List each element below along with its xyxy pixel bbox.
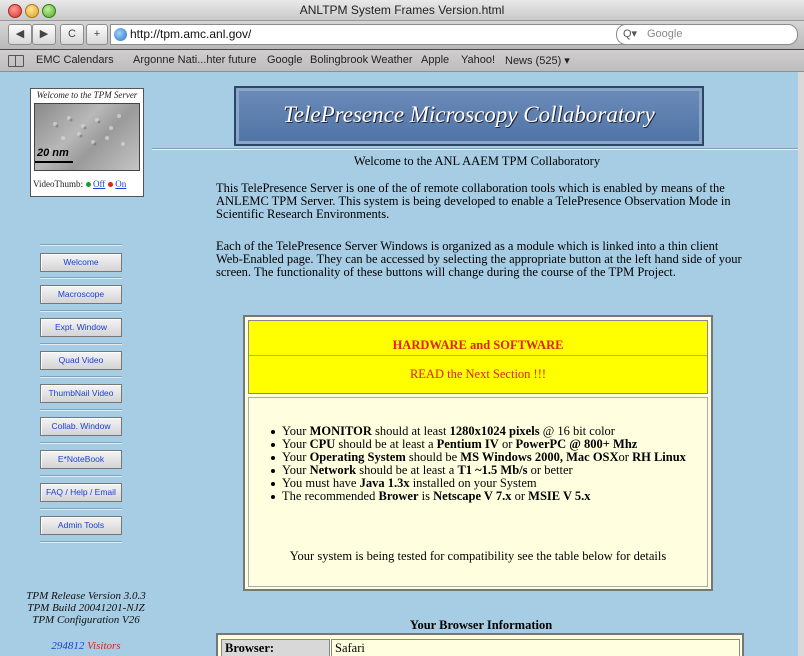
bookmarks-bar: EMC Calendars Argonne Nati...hter future… xyxy=(0,50,804,72)
hardware-software-box: HARDWARE and SOFTWARE READ the Next Sect… xyxy=(243,315,713,591)
nav-expt-window-button[interactable]: Expt. Window xyxy=(40,318,122,337)
nav-thumbnail-video-button[interactable]: ThumbNail Video xyxy=(40,384,122,403)
browser-info-table: Browser: Safari xyxy=(216,633,744,656)
reload-button[interactable]: C xyxy=(60,24,84,45)
nav-divider xyxy=(40,244,122,246)
header-divider xyxy=(152,148,804,150)
page-banner: TelePresence Microscopy Collaboratory xyxy=(234,86,704,146)
bookmark-argonne[interactable]: Argonne Nati...hter future xyxy=(133,54,257,66)
scale-label: 20 nm xyxy=(37,147,69,159)
forward-button[interactable]: ▶ xyxy=(32,24,56,45)
videothumb-toggle: VideoThumb: Off On xyxy=(33,179,126,189)
hardware-subtitle: READ the Next Section !!! xyxy=(409,367,547,381)
bookmark-google[interactable]: Google xyxy=(267,54,302,66)
nav-divider xyxy=(40,475,122,477)
bookmark-apple[interactable]: Apple xyxy=(421,54,449,66)
thumb-caption: Welcome to the TPM Server xyxy=(36,90,138,100)
nav-divider xyxy=(40,409,122,411)
bookmark-yahoo[interactable]: Yahoo! xyxy=(461,54,495,66)
page-content: Welcome to the TPM Server 20 nm VideoThu… xyxy=(0,72,804,656)
add-bookmark-button[interactable]: + xyxy=(86,24,108,45)
release-info: TPM Release Version 3.0.3 TPM Build 2004… xyxy=(8,590,164,626)
video-thumbnail-panel: Welcome to the TPM Server 20 nm VideoThu… xyxy=(30,88,144,197)
requirements-panel: Your MONITOR should at least 1280x1024 p… xyxy=(248,397,708,587)
vertical-scrollbar[interactable] xyxy=(798,72,804,656)
visitor-count: 294812 xyxy=(51,640,85,652)
banner-title: TelePresence Microscopy Collaboratory xyxy=(283,102,655,127)
nav-divider xyxy=(40,310,122,312)
browser-toolbar: ◀ ▶ C + http://tpm.amc.anl.gov/ ⌃ Q▾ Goo… xyxy=(0,21,804,49)
header-divider-line xyxy=(249,355,707,356)
search-field[interactable]: Q▾ Google xyxy=(616,24,798,45)
back-button[interactable]: ◀ xyxy=(8,24,32,45)
browser-info-title: Your Browser Information xyxy=(409,618,553,632)
visitor-counter: 294812 Visitors xyxy=(8,640,164,652)
nav-macroscope-button[interactable]: Macroscope xyxy=(40,285,122,304)
globe-icon xyxy=(114,28,127,41)
videothumb-on-link[interactable]: On xyxy=(115,179,126,189)
nav-divider xyxy=(40,541,122,543)
nav-divider xyxy=(40,343,122,345)
nav-quad-video-button[interactable]: Quad Video xyxy=(40,351,122,370)
release-version: TPM Release Version 3.0.3 xyxy=(26,590,146,602)
release-configuration: TPM Configuration V26 xyxy=(32,614,140,626)
bookmark-bolingbrook-weather[interactable]: Bolingbrook Weather xyxy=(310,54,413,66)
visitor-label: Visitors xyxy=(87,640,121,652)
nav-welcome-button[interactable]: Welcome xyxy=(40,253,122,272)
nav-divider xyxy=(40,442,122,444)
nav-divider xyxy=(40,508,122,510)
window-title: ANLTPM System Frames Version.html xyxy=(299,3,505,17)
nav-collab-window-button[interactable]: Collab. Window xyxy=(40,417,122,436)
scale-bar xyxy=(35,161,73,163)
compatibility-test-note: Your system is being tested for compatib… xyxy=(289,549,667,563)
hardware-title: HARDWARE and SOFTWARE xyxy=(392,338,564,352)
videothumb-off-link[interactable]: Off xyxy=(93,179,105,189)
bookmarks-book-icon[interactable] xyxy=(8,55,24,67)
url-text[interactable]: http://tpm.amc.anl.gov/ xyxy=(130,27,251,41)
nav-admin-tools-button[interactable]: Admin Tools xyxy=(40,516,122,535)
browser-value-cell: Safari xyxy=(331,639,740,656)
welcome-heading: Welcome to the ANL AAEM TPM Collaborator… xyxy=(353,154,601,168)
nav-divider xyxy=(40,376,122,378)
intro-paragraph: This TelePresence Server is one of the o… xyxy=(216,181,731,221)
videothumb-label: VideoThumb: xyxy=(33,179,83,189)
browser-window: ANLTPM System Frames Version.html ◀ ▶ C … xyxy=(0,0,804,656)
requirement-browser: The recommended Brower is Netscape V 7.x… xyxy=(271,490,686,503)
off-radio-icon[interactable] xyxy=(85,182,91,187)
on-radio-icon[interactable] xyxy=(108,182,114,187)
title-bar: ANLTPM System Frames Version.html xyxy=(0,0,804,21)
search-icon[interactable]: Q▾ xyxy=(623,27,637,40)
bookmark-emc-calendars[interactable]: EMC Calendars xyxy=(36,54,114,66)
modules-paragraph: Each of the TelePresence Server Windows … xyxy=(216,239,742,279)
nav-divider xyxy=(40,277,122,279)
nav-enotebook-button[interactable]: E*NoteBook xyxy=(40,450,122,469)
nav-faq-help-email-button[interactable]: FAQ / Help / Email xyxy=(40,483,122,502)
hardware-header: HARDWARE and SOFTWARE READ the Next Sect… xyxy=(248,320,708,394)
requirements-list: Your MONITOR should at least 1280x1024 p… xyxy=(271,425,686,503)
release-build: TPM Build 20041201-NJZ xyxy=(27,602,145,614)
search-placeholder: Google xyxy=(647,28,683,40)
bookmark-news[interactable]: News (525) ▾ xyxy=(505,54,570,67)
browser-label-cell: Browser: xyxy=(221,639,330,656)
